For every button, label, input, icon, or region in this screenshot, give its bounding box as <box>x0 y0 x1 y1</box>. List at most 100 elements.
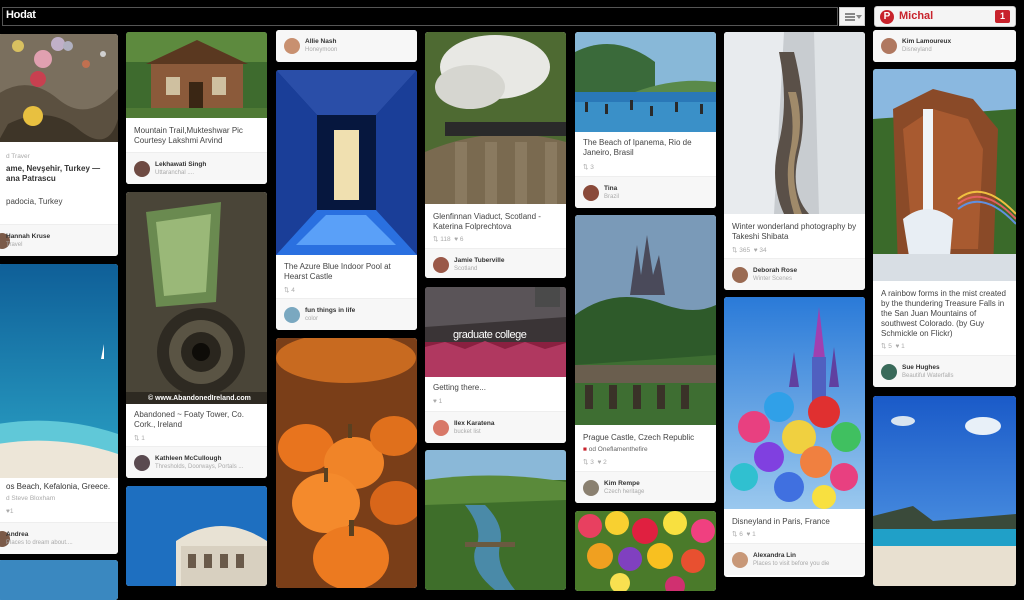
pin-card[interactable]: Winter wonderland photography by Takeshi… <box>724 32 865 290</box>
board-name: Places to dream about.... <box>6 540 73 546</box>
pin-attribution[interactable]: Deborah Rose Winter Scenes <box>724 258 865 290</box>
search-bar[interactable]: Hodat <box>2 7 838 26</box>
pin-image <box>276 338 417 588</box>
pin-description: Abandoned ~ Foaty Tower, Co. Cork., Irel… <box>134 410 244 429</box>
pinner-name: Kim Rempe <box>604 480 640 487</box>
notification-badge[interactable]: 1 <box>995 10 1010 23</box>
board-name: Disneyland <box>902 47 932 53</box>
board-name: bucket list <box>454 429 481 435</box>
pin-image <box>873 69 1016 281</box>
avatar <box>134 455 150 471</box>
pinner-name: Lekhawati Singh <box>155 161 207 168</box>
pin-description: A rainbow forms in the mist created by t… <box>881 289 1006 338</box>
pin-card[interactable]: Disneyland in Paris, France ⇅ 6 ♥ 1 Alex… <box>724 297 865 577</box>
pin-attribution[interactable]: Ilex Karatena bucket list <box>425 411 566 443</box>
repin-count: 4 <box>291 287 295 294</box>
pin-card[interactable] <box>873 396 1016 586</box>
pin-image <box>724 32 865 214</box>
board-name: Uttaranchal .... <box>155 170 195 176</box>
avatar <box>583 185 599 201</box>
board-name: Travel <box>6 242 23 248</box>
pin-card[interactable]: Glenfinnan Viaduct, Scotland - Katerina … <box>425 32 566 278</box>
pin-description: The Beach of Ipanema, Rio de Janeiro, Br… <box>583 138 692 157</box>
pin-attribution[interactable]: Alexandra Lin Places to visit before you… <box>724 543 865 575</box>
pin-description: padocia, Turkey <box>6 197 63 206</box>
pin-attribution[interactable]: Hannah Kruse Travel <box>0 224 118 256</box>
pinner-name: Hannah Kruse <box>6 233 51 240</box>
pin-attribution[interactable]: Tina Brazil <box>575 176 716 208</box>
pin-image <box>575 511 716 591</box>
avatar <box>284 38 300 54</box>
pin-stats: ⇅ 4 <box>284 287 295 294</box>
like-count: 6 <box>459 236 464 243</box>
pin-stats: ⇅ 1 <box>134 435 145 442</box>
pin-stats: ♥1 <box>6 508 14 515</box>
pinner-name: Kim Lamoureux <box>902 38 952 45</box>
pin-card[interactable]: The Beach of Ipanema, Rio de Janeiro, Br… <box>575 32 716 208</box>
pin-card[interactable] <box>575 511 716 591</box>
pin-card[interactable]: A rainbow forms in the mist created by t… <box>873 69 1016 387</box>
avatar <box>732 552 748 568</box>
board-name: color <box>305 316 319 322</box>
pin-description: Disneyland in Paris, France <box>732 517 830 526</box>
pin-card[interactable]: Allie Nash Honeymoon <box>276 30 417 62</box>
repin-count: 118 <box>440 236 451 243</box>
user-menu-button[interactable]: P Michal 1 <box>874 6 1016 27</box>
pin-card[interactable] <box>276 338 417 588</box>
pin-attribution[interactable]: Kim Rempe Czech heritage <box>575 471 716 503</box>
image-watermark: © www.AbandonedIreland.com <box>148 395 251 402</box>
pin-card[interactable] <box>126 486 267 586</box>
pin-card[interactable]: Kim Lamoureux Disneyland <box>873 30 1016 62</box>
pin-card[interactable]: Mountain Trail,Mukteshwar Pic Courtesy L… <box>126 32 267 184</box>
pin-source: d Traver <box>6 153 30 160</box>
pin-source: d Steve Bloxham <box>6 495 56 502</box>
pin-stats: ⇅ 3 ♥ 2 <box>583 459 607 466</box>
pin-card[interactable]: graduate college Getting there... ♥ 1 Il… <box>425 287 566 443</box>
like-count: 2 <box>603 459 607 466</box>
pin-title-2: ana Patrascu <box>6 174 56 183</box>
pin-image <box>0 560 118 600</box>
pin-attribution[interactable]: Jamie Tuberville Scotland <box>425 248 566 278</box>
pin-image <box>425 450 566 590</box>
pin-image <box>724 297 865 509</box>
pin-card[interactable]: The Azure Blue Indoor Pool at Hearst Cas… <box>276 70 417 330</box>
avatar <box>881 38 897 54</box>
pin-image <box>126 32 267 118</box>
pin-card[interactable] <box>0 560 118 600</box>
board-name: Honeymoon <box>305 47 338 53</box>
pin-description: Getting there... <box>433 383 486 392</box>
pin-attribution[interactable]: Andrea Places to dream about.... <box>0 522 118 554</box>
pin-card[interactable]: © www.AbandonedIreland.com Abandoned ~ F… <box>126 192 267 478</box>
pin-card[interactable] <box>425 450 566 590</box>
pin-image <box>0 34 118 142</box>
board-name: Czech heritage <box>604 489 645 495</box>
like-count: 1 <box>752 531 756 538</box>
avatar <box>284 307 300 323</box>
pin-card[interactable]: os Beach, Kefalonia, Greece. d Steve Blo… <box>0 264 118 554</box>
menu-button[interactable] <box>839 7 865 26</box>
pin-card[interactable]: Prague Castle, Czech Republic ■ od Onefl… <box>575 215 716 503</box>
repin-count: 3 <box>590 459 594 466</box>
avatar <box>881 364 897 380</box>
pin-attribution[interactable]: Lekhawati Singh Uttaranchal .... <box>126 152 267 184</box>
pin-description: Winter wonderland photography by Takeshi… <box>732 222 857 241</box>
pin-stats: ⇅ 365 ♥ 34 <box>732 247 767 254</box>
pin-attribution[interactable]: Kim Lamoureux Disneyland <box>873 30 1016 62</box>
site-logo[interactable]: Hodat <box>6 9 36 21</box>
pin-attribution[interactable]: Sue Hughes Beautiful Waterfalls <box>873 355 1016 387</box>
pin-attribution[interactable]: Allie Nash Honeymoon <box>276 30 417 62</box>
pin-stats: ⇅ 3 <box>583 164 594 171</box>
board-name: Beautiful Waterfalls <box>902 373 954 379</box>
pin-attribution[interactable]: Kathleen McCullough Thresholds, Doorways… <box>126 446 267 478</box>
avatar <box>433 420 449 436</box>
avatar <box>134 161 150 177</box>
top-bar: Hodat P Michal 1 <box>0 0 1024 34</box>
pin-card[interactable]: d Traver ame, Nevşehir, Turkey — ana Pat… <box>0 34 118 256</box>
pinner-name: Jamie Tuberville <box>454 257 505 264</box>
repin-count: 5 <box>888 343 892 350</box>
pin-stats: ⇅ 5 ♥ 1 <box>881 343 905 350</box>
pin-image <box>575 32 716 132</box>
pin-attribution[interactable]: fun things in life color <box>276 298 417 330</box>
pin-title: ame, Nevşehir, Turkey — <box>6 164 101 173</box>
repin-count: 365 <box>739 247 751 254</box>
